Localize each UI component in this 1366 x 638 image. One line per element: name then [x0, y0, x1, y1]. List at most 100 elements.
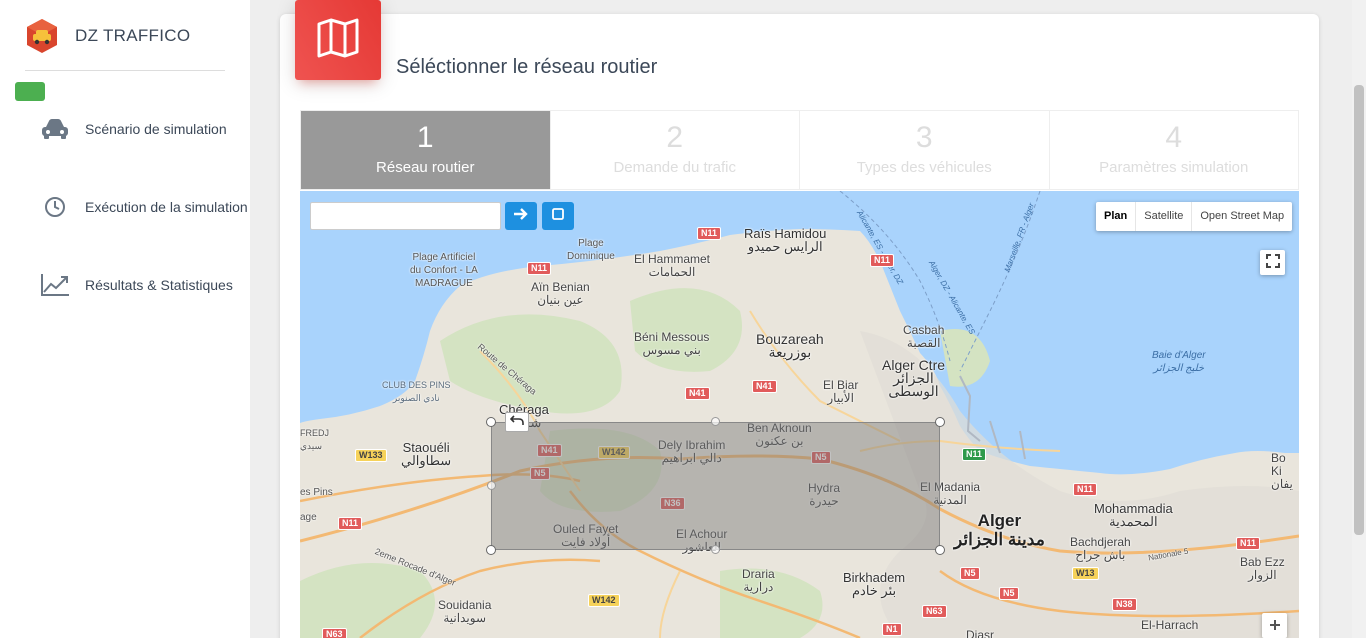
- undo-button[interactable]: [505, 412, 529, 432]
- selection-handle-n[interactable]: [711, 417, 720, 426]
- map-type-plan[interactable]: Plan: [1096, 202, 1137, 231]
- road-shield: N63: [322, 628, 347, 638]
- map-label-baie-alger: Baie d'Alger خليج الجزائر: [1152, 350, 1206, 374]
- sidebar-item-execution[interactable]: Exécution de la simulation: [0, 187, 250, 227]
- road-shield: N11: [962, 448, 987, 461]
- tab-parametres-simulation[interactable]: 4 Paramètres simulation: [1049, 111, 1298, 189]
- divider: [25, 70, 225, 71]
- logo-icon: [25, 18, 59, 54]
- selection-handle-w[interactable]: [487, 481, 496, 490]
- map-search-button[interactable]: [505, 202, 537, 230]
- wizard-steps: 1 Réseau routier 2 Demande du trafic 3 T…: [300, 110, 1299, 190]
- map-label-beni-messous: Béni Messous بني مسوس: [634, 330, 710, 357]
- map-label-souidania: Souidania سويدانية: [438, 598, 492, 625]
- road-shield: N5: [960, 567, 980, 580]
- road-shield: N11: [1236, 537, 1261, 550]
- road-shield: N11: [338, 517, 363, 530]
- step-number: 1: [416, 121, 434, 154]
- draw-rectangle-button[interactable]: [542, 202, 574, 230]
- road-shield: N1: [882, 623, 902, 636]
- map-type-satellite[interactable]: Satellite: [1136, 202, 1193, 231]
- zoom-in-button[interactable]: [1262, 613, 1287, 638]
- map-label-diasr: Diasr: [966, 628, 995, 638]
- road-shield: N63: [922, 605, 947, 618]
- fullscreen-icon: [1265, 252, 1280, 273]
- road-shield: N38: [1112, 598, 1137, 611]
- car-icon: [40, 116, 70, 142]
- map-icon: [316, 18, 360, 63]
- sidebar-item-label: Résultats & Statistiques: [85, 277, 233, 293]
- map-label-fredj: FREDJ سيدي: [300, 428, 329, 451]
- map-type-control: Plan Satellite Open Street Map: [1096, 202, 1293, 231]
- map-label-el-harrach: El-Harrach: [1141, 618, 1199, 632]
- map-label-casbah: Casbah القصبة: [903, 323, 945, 350]
- map-label-plage-artificiel: Plage Artificiel du Confort - LA MADRAGUE: [410, 252, 478, 289]
- step-label: Réseau routier: [376, 159, 475, 176]
- map-label-bouzareah: Bouzareah بوزريعة: [756, 331, 824, 360]
- map-label-alger: Alger مدينة الجزائر: [954, 511, 1045, 549]
- map-label-bachdjerah: Bachdjerah باش جراح: [1070, 535, 1131, 562]
- chart-line-icon: [40, 272, 70, 298]
- step-label: Types des véhicules: [856, 159, 992, 176]
- arrow-right-icon: [513, 207, 529, 226]
- map-label-birkhadem: Birkhadem بئر خادم: [843, 570, 906, 598]
- app-name: DZ TRAFFICO: [75, 26, 191, 45]
- road-shield: W142: [588, 594, 620, 607]
- map-label-age: age: [300, 512, 317, 523]
- clock-icon: [40, 194, 70, 220]
- road-shield: N5: [999, 587, 1019, 600]
- selection-handle-ne[interactable]: [935, 417, 945, 427]
- tab-types-vehicules[interactable]: 3 Types des véhicules: [800, 111, 1050, 189]
- road-shield: N41: [685, 387, 710, 400]
- selection-handle-nw[interactable]: [486, 417, 496, 427]
- brand[interactable]: DZ TRAFFICO: [25, 16, 190, 56]
- road-shield: N11: [1073, 483, 1098, 496]
- selection-handle-s[interactable]: [711, 545, 720, 554]
- map-label-alger-ctre: Alger Ctre الجزائر الوسطى: [882, 357, 946, 399]
- map-label-bab-ezz: Bab Ezz الزوار: [1240, 555, 1285, 582]
- map-label-ain-benian: Aïn Benian عين بنيان: [531, 280, 590, 307]
- map-label-el-biar: El Biar الأبيار: [823, 378, 859, 405]
- road-shield: N11: [697, 227, 722, 240]
- map-label-rais-hamidou: Raïs Hamidou الرايس حميدو: [744, 226, 827, 254]
- map-label-draria: Draria درارية: [742, 567, 775, 594]
- map-label-mohammadia: Mohammadia المحمدية: [1094, 501, 1173, 529]
- map-label-club-des-pins: CLUB DES PINS نادي الصنوبر: [382, 380, 451, 403]
- map-label-el-hammamet: El Hammamet الحمامات: [634, 252, 711, 279]
- undo-icon: [509, 413, 524, 431]
- square-icon: [551, 207, 565, 226]
- road-shield: W133: [355, 449, 387, 462]
- card-header-icon: [295, 0, 381, 80]
- road-shield: N11: [527, 262, 552, 275]
- road-shield: W13: [1072, 567, 1099, 580]
- status-badge: [15, 82, 45, 101]
- sidebar: DZ TRAFFICO Scénario de simulation Exécu…: [0, 0, 250, 638]
- map-label-bo: Bo Ki يفان: [1271, 451, 1293, 491]
- scrollbar-thumb[interactable]: [1354, 85, 1364, 535]
- page-scrollbar[interactable]: [1352, 0, 1366, 638]
- map-label-staoueli: Staouéli سطاوالي: [401, 440, 452, 468]
- sidebar-item-label: Scénario de simulation: [85, 121, 227, 137]
- sidebar-item-results[interactable]: Résultats & Statistiques: [0, 265, 250, 305]
- step-label: Demande du trafic: [613, 159, 737, 176]
- page-title: Séléctionner le réseau routier: [396, 56, 658, 78]
- plus-icon: [1269, 615, 1281, 636]
- selection-handle-se[interactable]: [935, 545, 945, 555]
- step-number: 3: [915, 121, 933, 154]
- map-label-es-pins: es Pins: [300, 487, 333, 498]
- selection-handle-sw[interactable]: [486, 545, 496, 555]
- selection-rectangle[interactable]: [491, 422, 940, 550]
- sidebar-item-scenario[interactable]: Scénario de simulation: [0, 109, 250, 149]
- tab-reseau-routier[interactable]: 1 Réseau routier: [301, 111, 551, 189]
- map-canvas[interactable]: Raïs Hamidou الرايس حميدو El Hammamet الحم…: [300, 191, 1299, 638]
- map-type-osm[interactable]: Open Street Map: [1192, 202, 1292, 231]
- road-shield: N11: [870, 254, 895, 267]
- step-label: Paramètres simulation: [1099, 159, 1249, 176]
- sidebar-item-label: Exécution de la simulation: [85, 199, 248, 215]
- step-number: 4: [1165, 121, 1183, 154]
- map-label-plage-dominique: Plage Dominique: [567, 238, 615, 262]
- tab-demande-trafic[interactable]: 2 Demande du trafic: [550, 111, 800, 189]
- map-search-input[interactable]: [310, 202, 501, 230]
- fullscreen-button[interactable]: [1260, 250, 1285, 275]
- step-number: 2: [666, 121, 684, 154]
